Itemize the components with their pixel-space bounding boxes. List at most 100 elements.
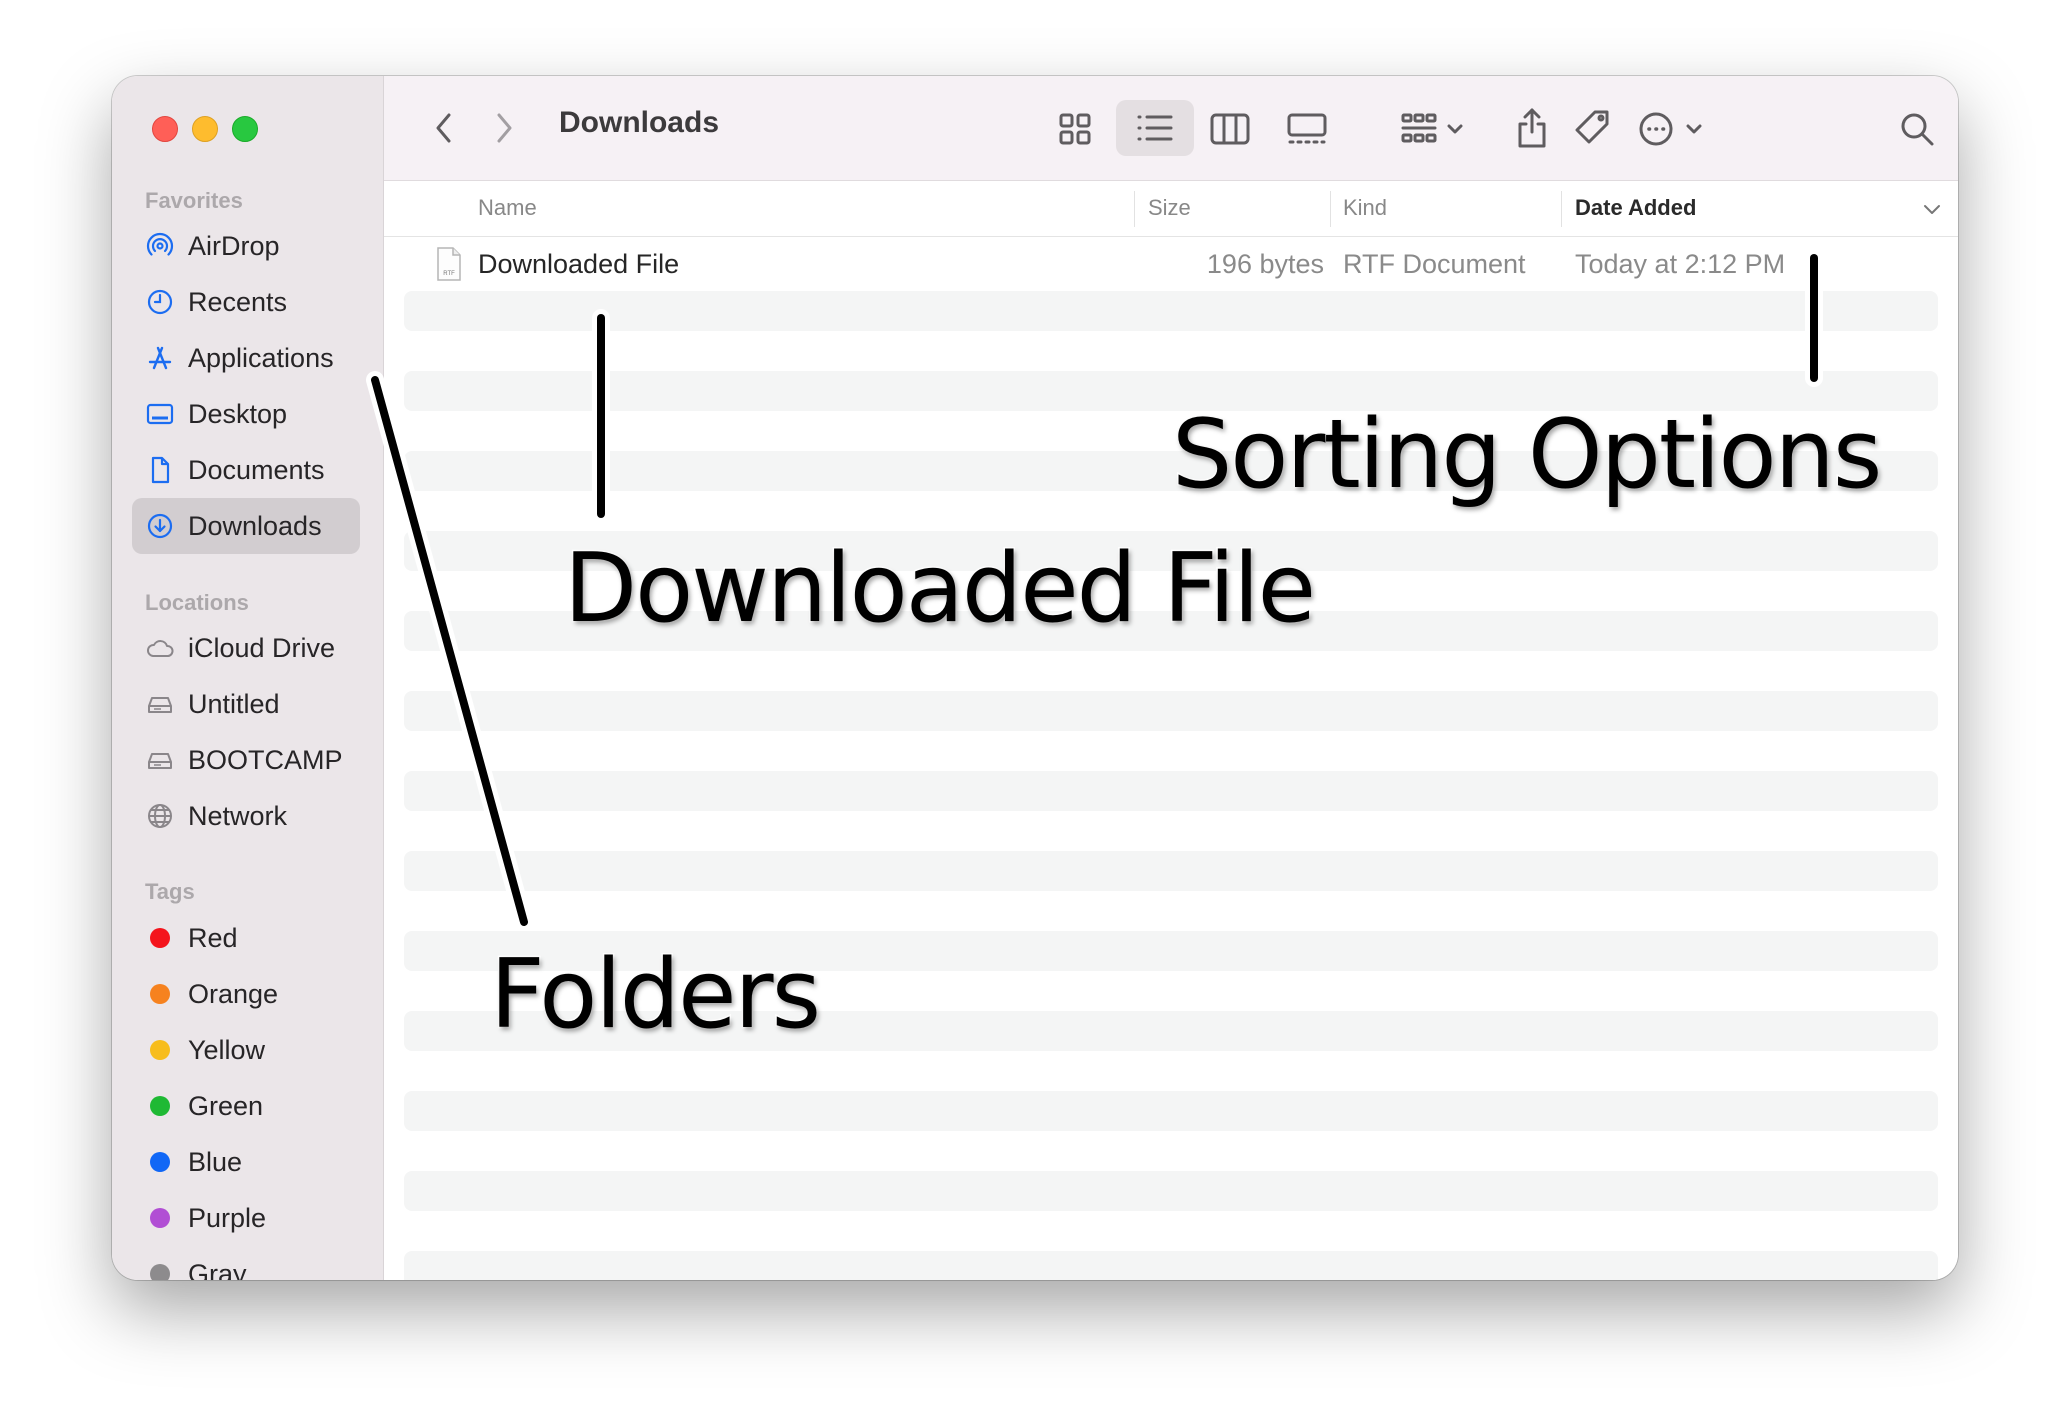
disk-icon	[132, 744, 188, 776]
download-icon	[132, 510, 188, 542]
list-row-stripe	[404, 1091, 1938, 1131]
sidebar-item-label: Orange	[188, 978, 279, 1009]
list-icon	[1137, 115, 1173, 141]
sidebar-item-bootcamp[interactable]: BOOTCAMP	[132, 732, 360, 788]
globe-icon	[132, 800, 188, 832]
grid-icon	[1059, 113, 1091, 145]
gallery-view-button[interactable]	[1282, 106, 1332, 152]
more-actions-button[interactable]	[1632, 104, 1712, 154]
cloud-icon	[132, 632, 188, 664]
column-header-name[interactable]: Name	[478, 195, 537, 221]
sidebar-item-network[interactable]: Network	[132, 788, 360, 844]
column-header-date-added[interactable]: Date Added	[1575, 195, 1696, 221]
chevron-right-icon	[497, 113, 512, 143]
list-row-stripe	[404, 691, 1938, 731]
sidebar-tag-yellow[interactable]: Yellow	[132, 1022, 360, 1078]
sort-direction-toggle[interactable]	[1918, 197, 1946, 221]
sidebar-item-label: Yellow	[188, 1034, 266, 1065]
file-list: RTF Downloaded File 196 bytes RTF Docume…	[384, 237, 1958, 1280]
list-row-stripe	[404, 1171, 1938, 1211]
sidebar-item-label: Purple	[188, 1202, 267, 1233]
sidebar-tag-orange[interactable]: Orange	[132, 966, 360, 1022]
gray-tag-dot-icon	[150, 1264, 170, 1280]
sidebar-item-label: AirDrop	[188, 230, 280, 261]
column-divider[interactable]	[1561, 191, 1562, 227]
column-view-button[interactable]	[1207, 106, 1253, 152]
column-divider[interactable]	[1330, 191, 1331, 227]
sidebar-item-icloud-drive[interactable]: iCloud Drive	[132, 620, 360, 676]
blue-tag-dot-icon	[150, 1152, 170, 1172]
sidebar-tag-red[interactable]: Red	[132, 910, 360, 966]
downloaded-file-annotation: Downloaded File	[562, 533, 1317, 646]
column-header-bar: Name Size Kind Date Added	[384, 181, 1958, 237]
sidebar-item-label: iCloud Drive	[188, 632, 336, 663]
tags-button[interactable]	[1570, 102, 1616, 154]
sidebar-item-airdrop[interactable]: AirDrop	[132, 218, 360, 274]
zoom-window-button[interactable]	[232, 116, 258, 142]
list-row-stripe	[404, 851, 1938, 891]
rtf-file-icon: RTF	[437, 247, 461, 281]
sidebar-item-label: Green	[188, 1090, 264, 1121]
tags-heading: Tags	[145, 879, 195, 904]
finder-window: Favorites AirDrop Recents Applications D…	[112, 76, 1958, 1280]
sidebar-item-label: Red	[188, 922, 238, 953]
share-button[interactable]	[1509, 100, 1555, 156]
sidebar-item-label: Network	[188, 800, 288, 831]
sidebar-tag-green[interactable]: Green	[132, 1078, 360, 1134]
disk-icon	[132, 688, 188, 720]
applications-icon	[132, 342, 188, 374]
sidebar-item-applications[interactable]: Applications	[132, 330, 360, 386]
red-tag-dot-icon	[150, 928, 170, 948]
sidebar-item-desktop[interactable]: Desktop	[132, 386, 360, 442]
chevron-left-icon	[436, 113, 451, 143]
chevron-down-icon	[1924, 205, 1940, 214]
yellow-tag-dot-icon	[150, 1040, 170, 1060]
list-view-button[interactable]	[1116, 100, 1194, 156]
column-header-kind[interactable]: Kind	[1343, 195, 1387, 221]
sidebar-tag-gray[interactable]: Gray	[132, 1246, 360, 1280]
group-grid-icon	[1401, 113, 1463, 143]
sidebar-item-label: Recents	[188, 286, 288, 317]
sidebar-item-label: Downloads	[188, 510, 322, 541]
column-divider[interactable]	[1134, 191, 1135, 227]
purple-tag-dot-icon	[150, 1208, 170, 1228]
sidebar-item-label: Documents	[188, 454, 325, 485]
sidebar-item-label: Untitled	[188, 688, 280, 719]
sidebar-item-documents[interactable]: Documents	[132, 442, 360, 498]
gallery-icon	[1287, 113, 1327, 144]
share-icon	[1518, 108, 1546, 148]
close-window-button[interactable]	[152, 116, 178, 142]
file-kind: RTF Document	[1343, 249, 1526, 279]
table-row[interactable]: RTF Downloaded File 196 bytes RTF Docume…	[384, 243, 1958, 293]
sidebar-tag-blue[interactable]: Blue	[132, 1134, 360, 1190]
sorting-options-annotation: Sorting Options	[1170, 399, 1883, 512]
icon-view-button[interactable]	[1052, 106, 1098, 152]
sidebar-item-label: Gray	[188, 1258, 247, 1281]
file-size: 196 bytes	[1206, 249, 1324, 279]
desktop-icon	[132, 398, 188, 430]
sidebar-item-downloads[interactable]: Downloads	[132, 498, 360, 554]
sidebar-tag-purple[interactable]: Purple	[132, 1190, 360, 1246]
back-button[interactable]	[424, 108, 464, 148]
folders-annotation: Folders	[488, 939, 822, 1052]
toolbar: Downloads	[384, 76, 1958, 181]
sidebar-item-label: Desktop	[188, 398, 288, 429]
list-row-stripe	[404, 771, 1938, 811]
ellipsis-circle-icon	[1639, 112, 1702, 146]
locations-heading: Locations	[145, 590, 249, 615]
forward-button[interactable]	[484, 108, 524, 148]
sidebar-item-untitled[interactable]: Untitled	[132, 676, 360, 732]
column-header-size[interactable]: Size	[1148, 195, 1191, 221]
favorites-heading: Favorites	[145, 188, 243, 213]
minimize-window-button[interactable]	[192, 116, 218, 142]
orange-tag-dot-icon	[150, 984, 170, 1004]
group-by-button[interactable]	[1397, 104, 1473, 154]
sidebar-item-recents[interactable]: Recents	[132, 274, 360, 330]
document-icon	[132, 454, 188, 486]
list-row-stripe	[404, 291, 1938, 331]
search-button[interactable]	[1892, 104, 1942, 154]
tag-icon	[1575, 110, 1609, 144]
sidebar-item-label: BOOTCAMP	[188, 744, 343, 775]
file-date-added: Today at 2:12 PM	[1575, 249, 1786, 279]
list-row-stripe	[404, 1251, 1938, 1280]
